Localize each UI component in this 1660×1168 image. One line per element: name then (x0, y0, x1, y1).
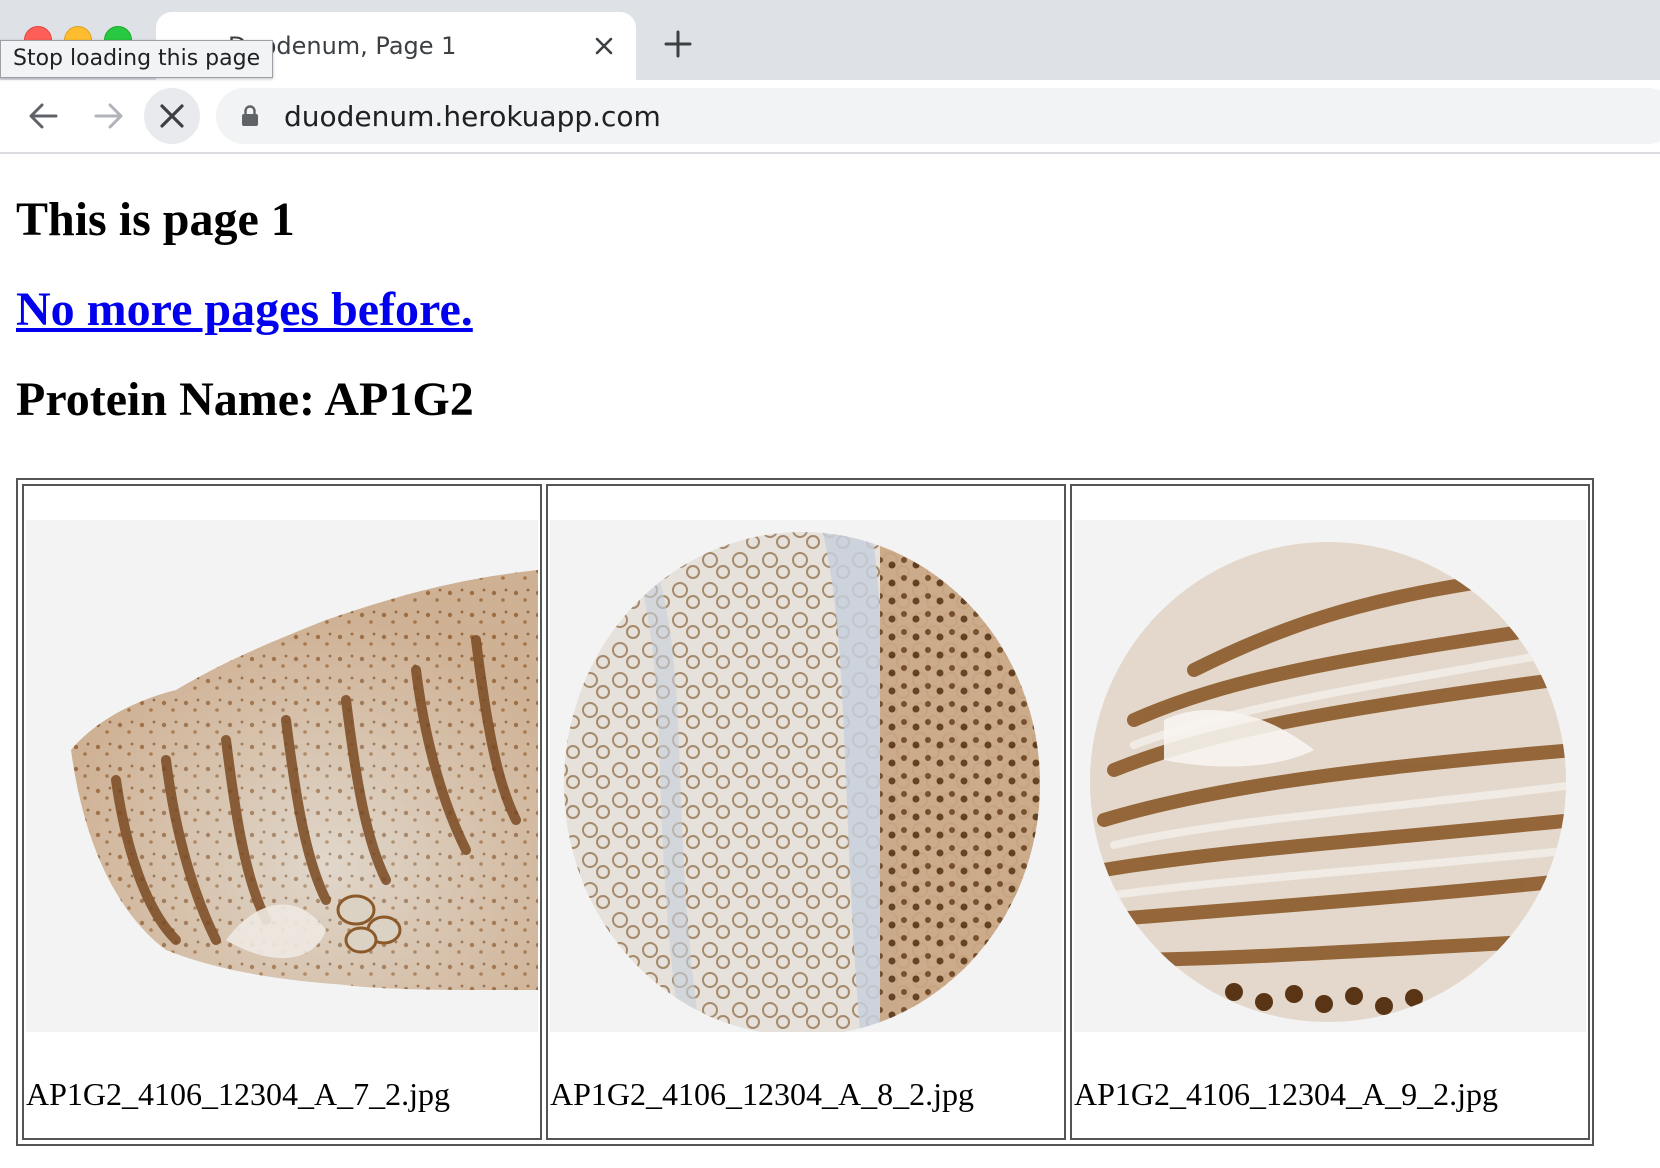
protein-name-heading: Protein Name: AP1G2 (16, 373, 474, 426)
arrow-left-icon[interactable] (20, 92, 68, 140)
lock-icon[interactable] (238, 104, 262, 128)
tissue-image[interactable] (550, 520, 1062, 1032)
stop-loading-icon[interactable] (144, 88, 200, 144)
close-icon[interactable] (588, 30, 620, 62)
address-bar[interactable]: duodenum.herokuapp.com (216, 88, 1660, 144)
tissue-image[interactable] (26, 520, 538, 1032)
arrow-right-icon[interactable] (84, 92, 132, 140)
image-cell: AP1G2_4106_12304_A_9_2.jpg (1070, 484, 1590, 1140)
page-title: This is page 1 (16, 193, 295, 246)
url-text: duodenum.herokuapp.com (284, 100, 661, 133)
image-caption: AP1G2_4106_12304_A_7_2.jpg (26, 1076, 451, 1112)
image-caption: AP1G2_4106_12304_A_9_2.jpg (1074, 1076, 1499, 1112)
image-table: AP1G2_4106_12304_A_7_2.jpg AP1G2_4106_12… (16, 478, 1594, 1146)
tissue-image[interactable] (1074, 520, 1586, 1032)
image-cell: AP1G2_4106_12304_A_8_2.jpg (546, 484, 1066, 1140)
image-cell: AP1G2_4106_12304_A_7_2.jpg (22, 484, 542, 1140)
plus-icon[interactable] (660, 26, 696, 62)
image-caption: AP1G2_4106_12304_A_8_2.jpg (550, 1076, 975, 1112)
browser-toolbar: duodenum.herokuapp.com (0, 80, 1660, 154)
stop-loading-tooltip: Stop loading this page (0, 40, 274, 78)
previous-page-link[interactable]: No more pages before. (16, 282, 473, 337)
